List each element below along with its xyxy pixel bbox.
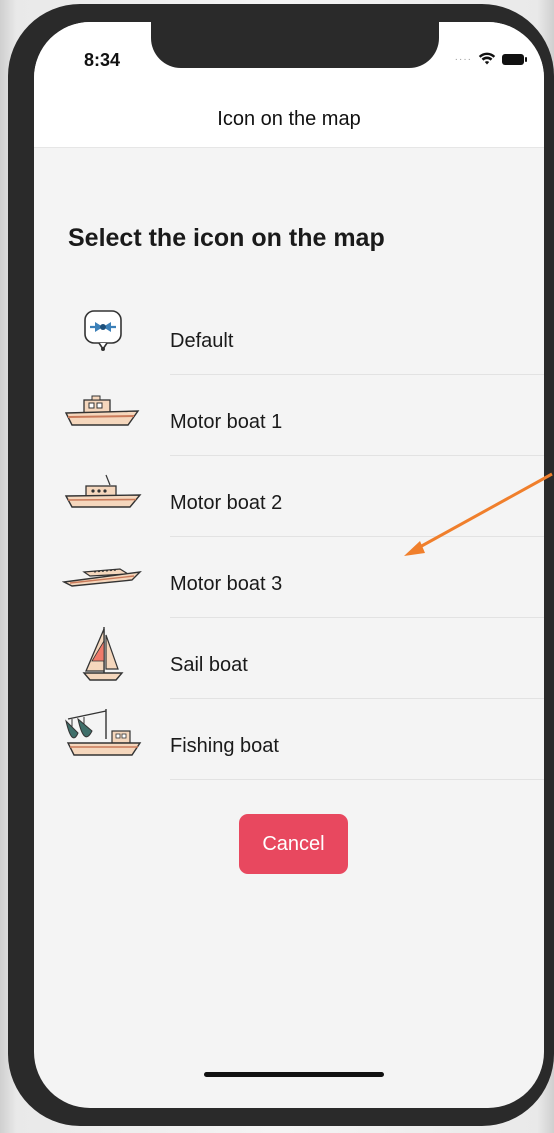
option-motor-boat-3[interactable]: Motor boat 3: [34, 537, 544, 618]
list-divider: [170, 779, 544, 780]
phone-screen: 8:34 ···· Icon on the map Select the ico…: [34, 22, 544, 1108]
phone-notch: [151, 22, 439, 68]
status-indicators: ····: [454, 52, 527, 66]
option-label: Default: [170, 330, 234, 352]
nav-title: Icon on the map: [217, 108, 361, 130]
option-label: Motor boat 3: [170, 573, 283, 595]
icon-option-list: Default Motor boat 1 Motor boat 2 Motor …: [34, 294, 544, 780]
status-time: 8:34: [84, 50, 121, 70]
default-marker-icon: [62, 300, 144, 362]
option-label: Motor boat 1: [170, 411, 283, 433]
option-fishing-boat[interactable]: Fishing boat: [34, 699, 544, 780]
page-heading: Select the icon on the map: [68, 224, 385, 252]
screenshot-background: 8:34 ···· Icon on the map Select the ico…: [0, 0, 554, 1133]
sail-boat-icon: [62, 624, 144, 686]
option-motor-boat-1[interactable]: Motor boat 1: [34, 375, 544, 456]
option-sail-boat[interactable]: Sail boat: [34, 618, 544, 699]
motor-boat-2-icon: [62, 462, 144, 524]
motor-boat-3-icon: [62, 543, 144, 605]
option-motor-boat-2[interactable]: Motor boat 2: [34, 456, 544, 537]
option-label: Sail boat: [170, 654, 248, 676]
option-default[interactable]: Default: [34, 294, 544, 375]
cellular-signal-icon: ····: [454, 53, 472, 65]
cancel-button[interactable]: Cancel: [239, 814, 348, 874]
option-label: Fishing boat: [170, 735, 279, 757]
wifi-icon: [478, 52, 496, 65]
option-label: Motor boat 2: [170, 492, 283, 514]
navigation-bar: Icon on the map: [34, 92, 544, 148]
fishing-boat-icon: [62, 705, 144, 767]
motor-boat-1-icon: [62, 381, 144, 443]
phone-frame: 8:34 ···· Icon on the map Select the ico…: [8, 4, 554, 1126]
battery-icon: [502, 53, 527, 65]
home-indicator[interactable]: [204, 1072, 384, 1077]
